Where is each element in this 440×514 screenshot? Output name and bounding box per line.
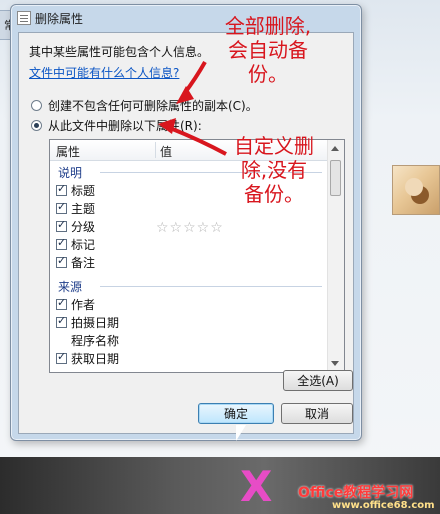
annotation-top: 全部删除, 会自动备 份。: [198, 14, 338, 86]
annotation-middle-line-3: 备份。: [244, 182, 304, 206]
annotation-middle: 自定义删 除,没有 备份。: [218, 134, 330, 206]
annotation-arrowhead-top: [176, 86, 194, 104]
annotation-middle-line-1: 自定义删: [234, 134, 314, 158]
annotation-top-line-1: 全部删除,: [224, 14, 312, 38]
annotation-top-line-3: 份。: [248, 62, 288, 86]
annotation-arrowhead-middle: [158, 118, 176, 134]
annotation-middle-line-2: 除,没有: [240, 158, 308, 182]
annotation-top-line-2: 会自动备: [228, 38, 308, 62]
